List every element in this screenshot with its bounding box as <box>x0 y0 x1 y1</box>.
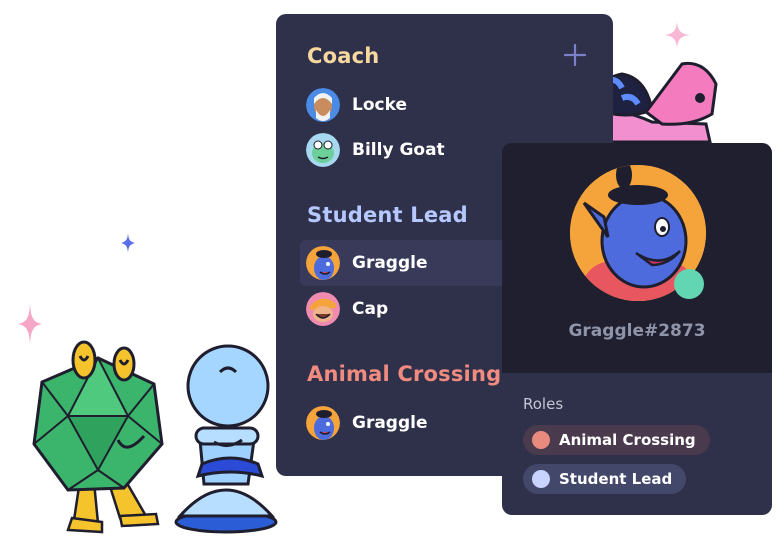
role-pill-animal-crossing[interactable]: Animal Crossing <box>523 425 710 455</box>
role-label: Student Lead <box>559 470 673 488</box>
member-name: Cap <box>352 299 389 319</box>
plus-icon[interactable] <box>564 44 586 66</box>
role-color-dot <box>532 431 550 449</box>
role-group-header-animal-crossing: Animal Crossing <box>307 362 502 386</box>
sparkle-pink-icon <box>664 22 690 48</box>
cap-avatar <box>306 292 340 326</box>
profile-header: Graggle#2873 <box>502 143 772 373</box>
online-status-icon <box>674 269 704 299</box>
member-row-graggle[interactable]: Graggle <box>300 400 510 446</box>
profile-card: Graggle#2873 Roles Animal Crossing Stude… <box>502 143 772 515</box>
graggle-avatar <box>306 406 340 440</box>
locke-avatar <box>306 88 340 122</box>
member-row-cap[interactable]: Cap <box>300 286 510 332</box>
billy-goat-avatar <box>306 133 340 167</box>
member-row-graggle-selected[interactable]: Graggle <box>300 240 530 286</box>
role-pill-student-lead[interactable]: Student Lead <box>523 464 687 494</box>
role-color-dot <box>532 470 550 488</box>
d20-die-character-icon <box>32 340 164 534</box>
role-group-header-student-lead: Student Lead <box>307 203 468 227</box>
profile-username: Graggle#2873 <box>568 321 706 341</box>
chess-pawn-character-icon <box>174 344 278 534</box>
role-group-header-coach: Coach <box>307 44 380 68</box>
role-label: Animal Crossing <box>559 431 696 449</box>
sparkle-pink-left-icon <box>18 304 42 344</box>
member-row-locke[interactable]: Locke <box>300 82 510 128</box>
member-name: Locke <box>352 95 407 115</box>
member-name: Graggle <box>352 413 428 433</box>
member-row-billy-goat[interactable]: Billy Goat <box>300 127 510 173</box>
sparkle-blue-icon <box>121 233 135 253</box>
roles-section-title: Roles <box>523 395 564 413</box>
member-name: Graggle <box>352 253 428 273</box>
member-name: Billy Goat <box>352 140 445 160</box>
discord-roles-illustration: Coach Locke Billy Goat Student Lead Grag… <box>0 0 777 542</box>
graggle-avatar <box>306 246 340 280</box>
